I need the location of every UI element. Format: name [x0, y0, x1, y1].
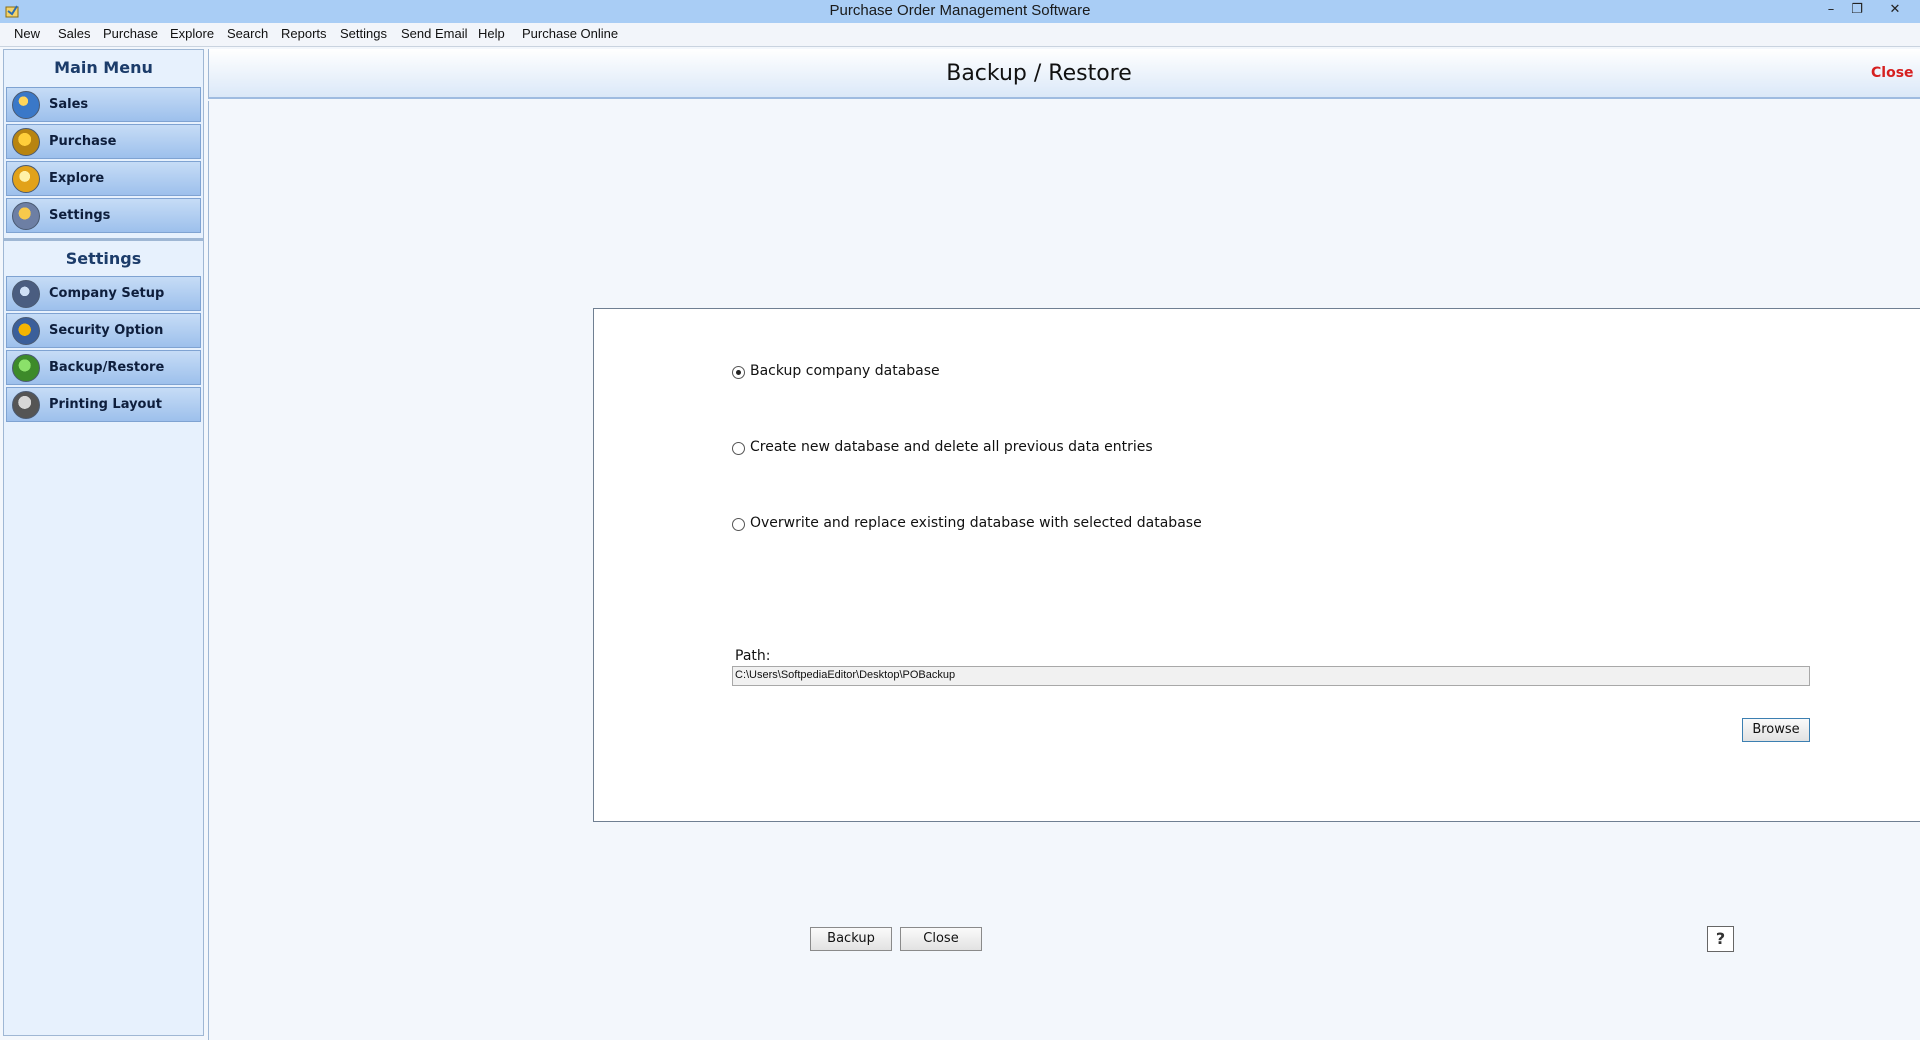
window-title: Purchase Order Management Software	[829, 2, 1091, 19]
title-bar: Purchase Order Management Software – ❐ ✕	[0, 0, 1920, 23]
path-label: Path:	[735, 648, 771, 664]
sidebar-item-label: Explore	[49, 171, 105, 186]
sidebar-item-label: Sales	[49, 97, 89, 112]
sidebar-item-company-setup[interactable]: Company Setup	[6, 276, 201, 311]
sales-chart-icon	[12, 91, 40, 119]
menu-purchase[interactable]: Purchase	[103, 26, 158, 41]
sidebar-item-explore[interactable]: Explore	[6, 161, 201, 196]
explore-folder-icon	[12, 165, 40, 193]
backup-options-panel: Backup company database Create new datab…	[593, 308, 1920, 822]
menu-sales[interactable]: Sales	[58, 26, 91, 41]
menu-settings[interactable]: Settings	[340, 26, 387, 41]
main-menu-title: Main Menu	[54, 58, 153, 77]
menu-help[interactable]: Help	[478, 26, 505, 41]
page-title: Backup / Restore	[946, 61, 1132, 86]
sidebar-item-settings[interactable]: Settings	[6, 198, 201, 233]
company-setup-icon	[12, 280, 40, 308]
sidebar-item-sales[interactable]: Sales	[6, 87, 201, 122]
menu-purchase-online[interactable]: Purchase Online	[522, 26, 618, 41]
path-field[interactable]: C:\Users\SoftpediaEditor\Desktop\POBacku…	[732, 666, 1810, 686]
menu-bar: New Sales Purchase Explore Search Report…	[0, 23, 1920, 47]
main-content: Backup company database Create new datab…	[208, 101, 1920, 1040]
radio-button[interactable]	[732, 442, 745, 455]
browse-button[interactable]: Browse	[1742, 718, 1810, 742]
menu-send-email[interactable]: Send Email	[401, 26, 467, 41]
settings-gear-icon	[12, 202, 40, 230]
purchase-box-icon	[12, 128, 40, 156]
sidebar-item-label: Printing Layout	[49, 397, 162, 412]
radio-button[interactable]	[732, 518, 745, 531]
menu-search[interactable]: Search	[227, 26, 268, 41]
sidebar-item-security-option[interactable]: Security Option	[6, 313, 201, 348]
printer-icon	[12, 391, 40, 419]
sidebar-item-backup-restore[interactable]: Backup/Restore	[6, 350, 201, 385]
sidebar-item-label: Security Option	[49, 323, 164, 338]
sidebar-item-purchase[interactable]: Purchase	[6, 124, 201, 159]
radio-button-selected[interactable]	[732, 366, 745, 379]
sidebar-item-label: Backup/Restore	[49, 360, 165, 375]
restore-button[interactable]: ❐	[1843, 0, 1871, 22]
option-label: Backup company database	[750, 363, 940, 379]
security-lock-icon	[12, 317, 40, 345]
menu-reports[interactable]: Reports	[281, 26, 327, 41]
menu-new[interactable]: New	[14, 26, 40, 41]
window-close-button[interactable]: ✕	[1881, 0, 1909, 22]
option-label: Overwrite and replace existing database …	[750, 515, 1202, 531]
backup-restore-icon	[12, 354, 40, 382]
sidebar-item-label: Settings	[49, 208, 111, 223]
option-label: Create new database and delete all previ…	[750, 439, 1153, 455]
sidebar: Main Menu Sales Purchase Explore Setting…	[3, 49, 204, 1036]
page-header: Backup / Restore Close	[208, 49, 1920, 99]
help-icon[interactable]: ?	[1707, 926, 1734, 952]
sidebar-item-label: Company Setup	[49, 286, 165, 301]
minimize-button[interactable]: –	[1817, 0, 1845, 22]
header-close-link[interactable]: Close	[1871, 65, 1914, 81]
sidebar-divider	[4, 238, 203, 241]
menu-explore[interactable]: Explore	[170, 26, 214, 41]
settings-section-title: Settings	[65, 249, 142, 268]
sidebar-item-printing-layout[interactable]: Printing Layout	[6, 387, 201, 422]
sidebar-item-label: Purchase	[49, 134, 117, 149]
backup-button[interactable]: Backup	[810, 927, 892, 951]
close-button[interactable]: Close	[900, 927, 982, 951]
